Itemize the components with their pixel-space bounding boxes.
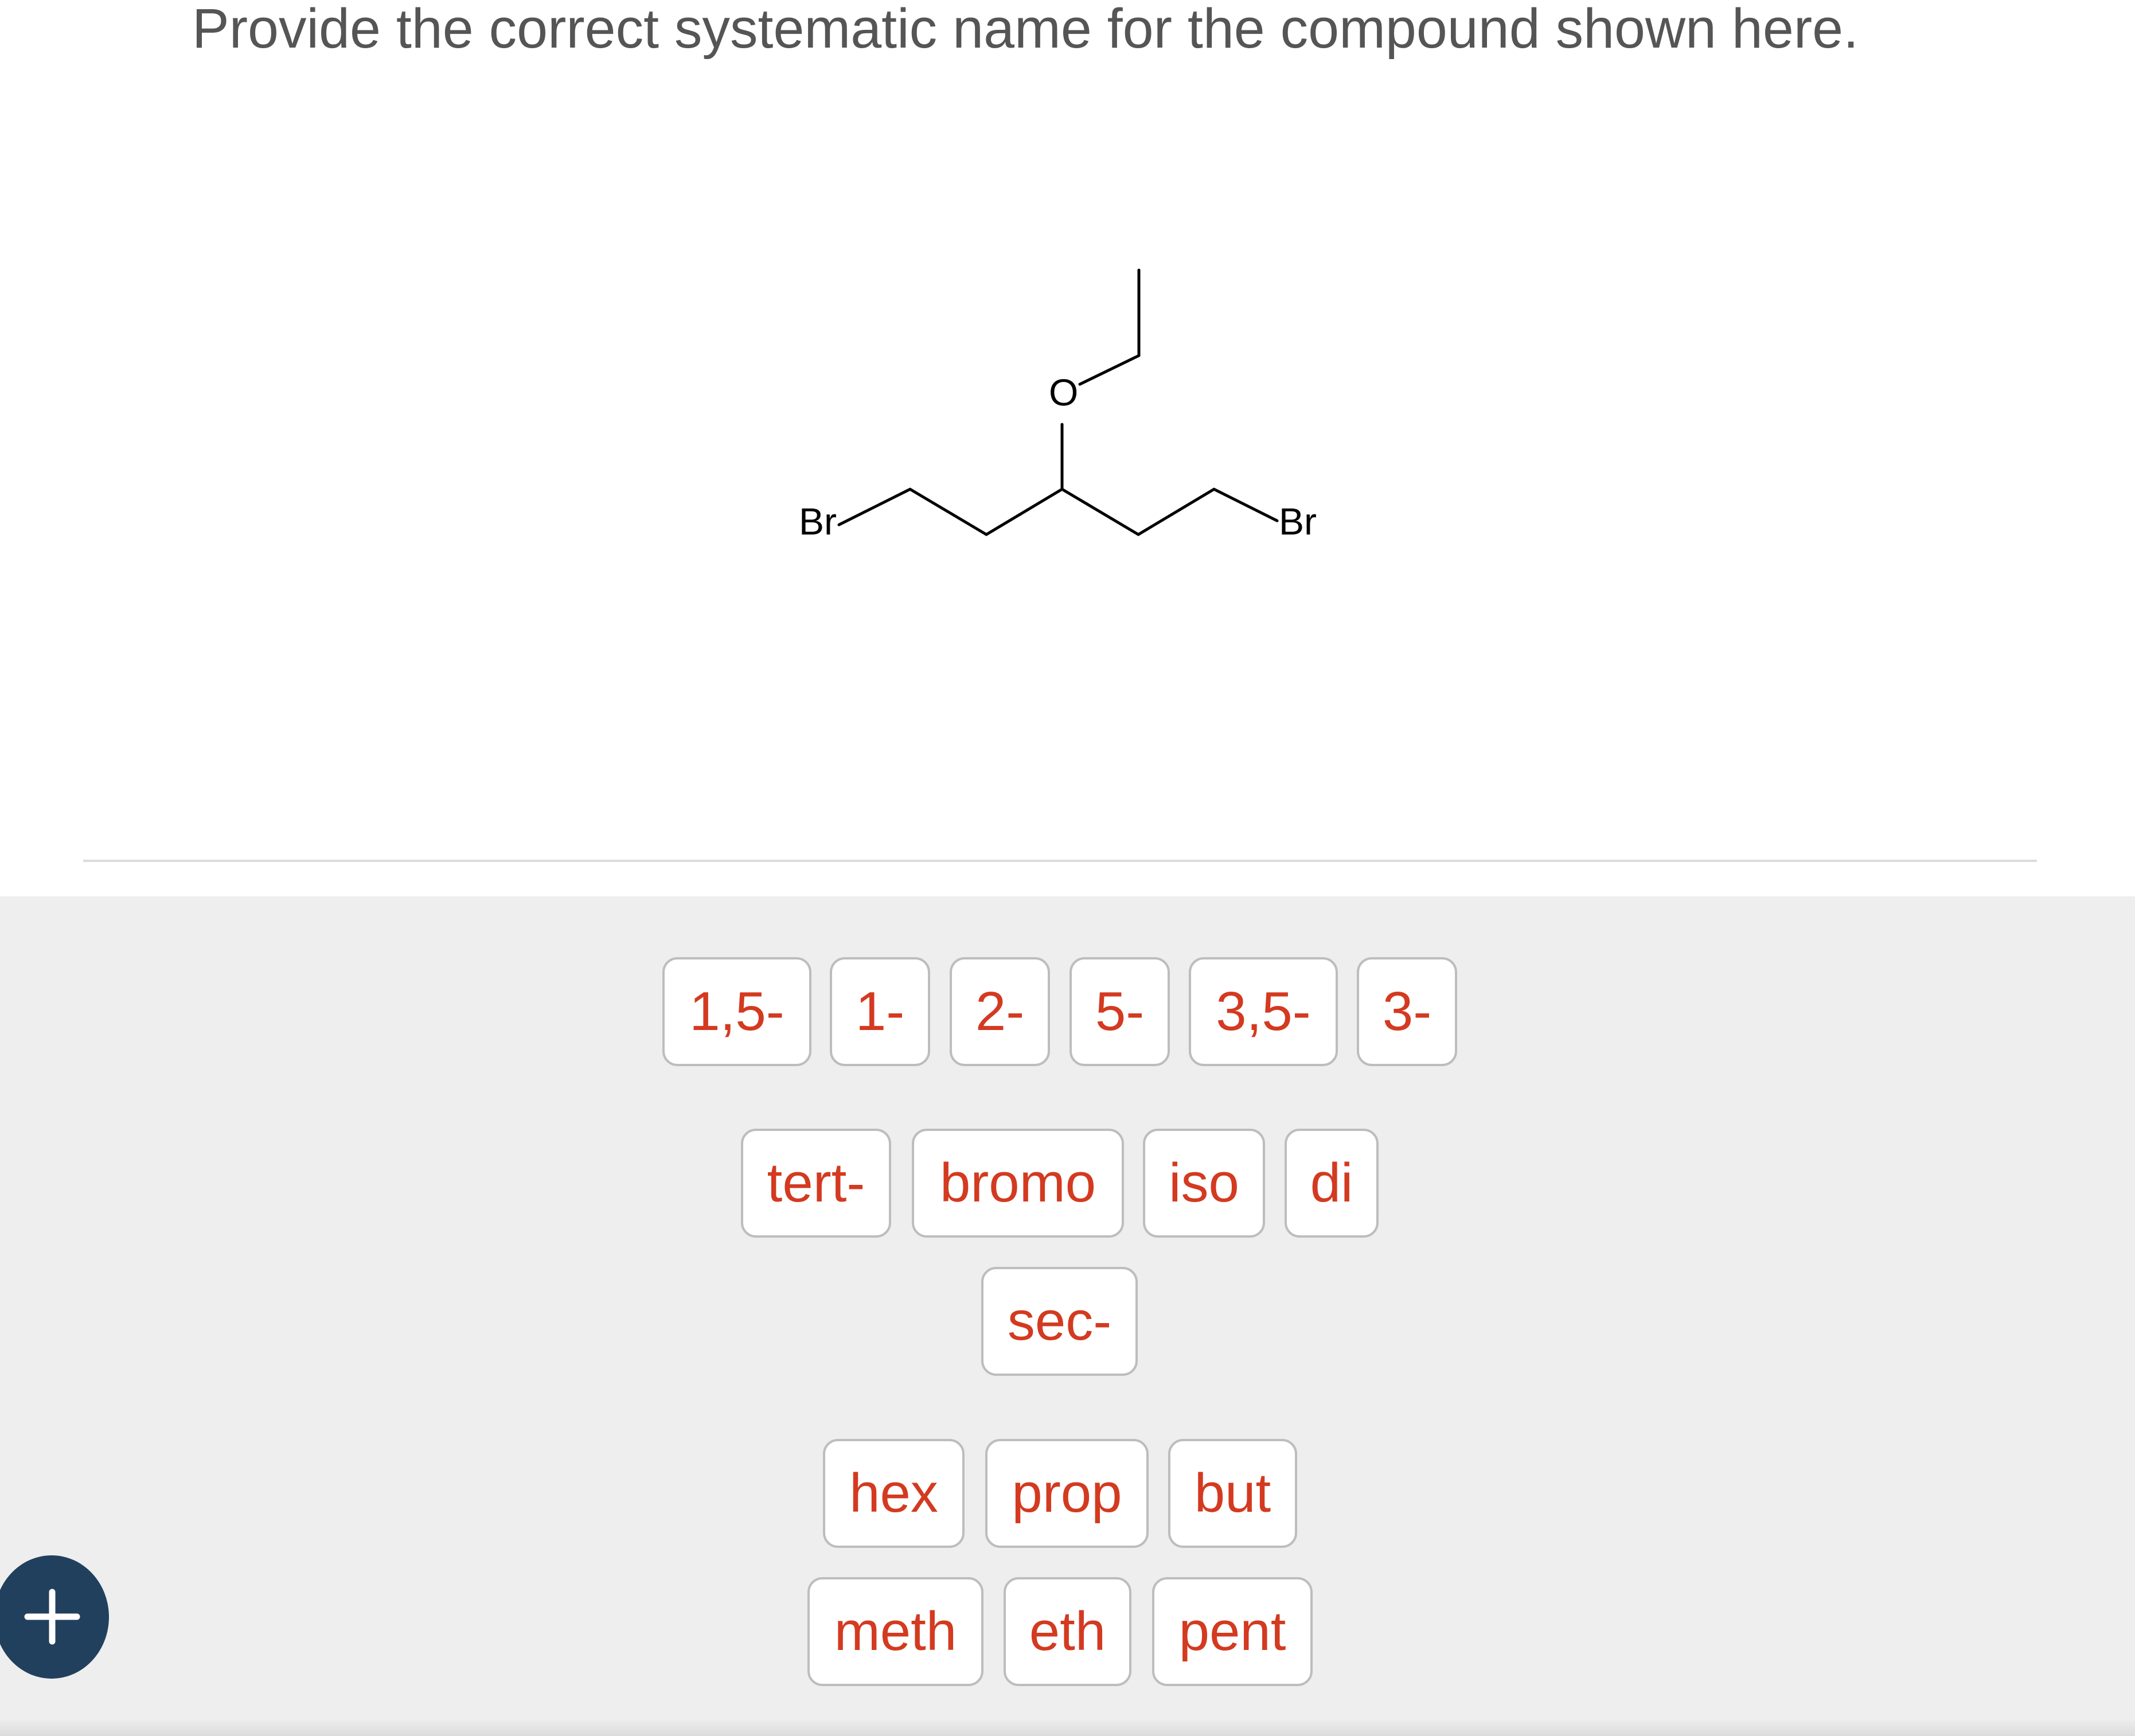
tile-locant-1-5[interactable]: 1,5- (662, 957, 811, 1066)
page: Provide the correct systematic name for … (0, 0, 2135, 1736)
question-prompt: Provide the correct systematic name for … (192, 0, 1859, 60)
tile-locant-5[interactable]: 5- (1070, 957, 1170, 1066)
left-bromine-label: Br (799, 500, 837, 543)
plus-icon (24, 1589, 80, 1645)
bond-o-c6 (1078, 354, 1141, 386)
bond-c1-c2 (908, 487, 988, 536)
tile-locant-1[interactable]: 1- (830, 957, 930, 1066)
tile-locant-3-5[interactable]: 3,5- (1189, 957, 1338, 1066)
divider (83, 860, 2037, 862)
tile-stem-prop[interactable]: prop (985, 1439, 1149, 1548)
tile-locant-3[interactable]: 3- (1357, 957, 1457, 1066)
bond-c5-br (1212, 487, 1279, 522)
oxygen-label: O (1049, 371, 1078, 413)
chemical-structure: Br Br O (746, 247, 1376, 614)
bond-br-c1 (837, 487, 912, 526)
tile-prefix-iso[interactable]: iso (1143, 1129, 1265, 1238)
tile-stem-meth[interactable]: meth (807, 1577, 983, 1686)
tile-stem-but[interactable]: but (1168, 1439, 1297, 1548)
bond-c2-c3 (985, 487, 1064, 536)
tile-stem-pent[interactable]: pent (1152, 1577, 1313, 1686)
tile-locant-2[interactable]: 2- (950, 957, 1050, 1066)
right-bromine-label: Br (1279, 500, 1317, 543)
bond-c3-c4 (1060, 487, 1140, 536)
tile-stem-hex[interactable]: hex (823, 1439, 965, 1548)
tile-prefix-sec[interactable]: sec- (981, 1267, 1138, 1376)
tray-shadow (0, 1719, 2135, 1736)
bond-c4-c5 (1137, 487, 1216, 536)
tile-stem-eth[interactable]: eth (1004, 1577, 1131, 1686)
tile-prefix-bromo[interactable]: bromo (912, 1129, 1124, 1238)
tile-prefix-di[interactable]: di (1285, 1129, 1379, 1238)
tile-prefix-tert[interactable]: tert- (741, 1129, 891, 1238)
